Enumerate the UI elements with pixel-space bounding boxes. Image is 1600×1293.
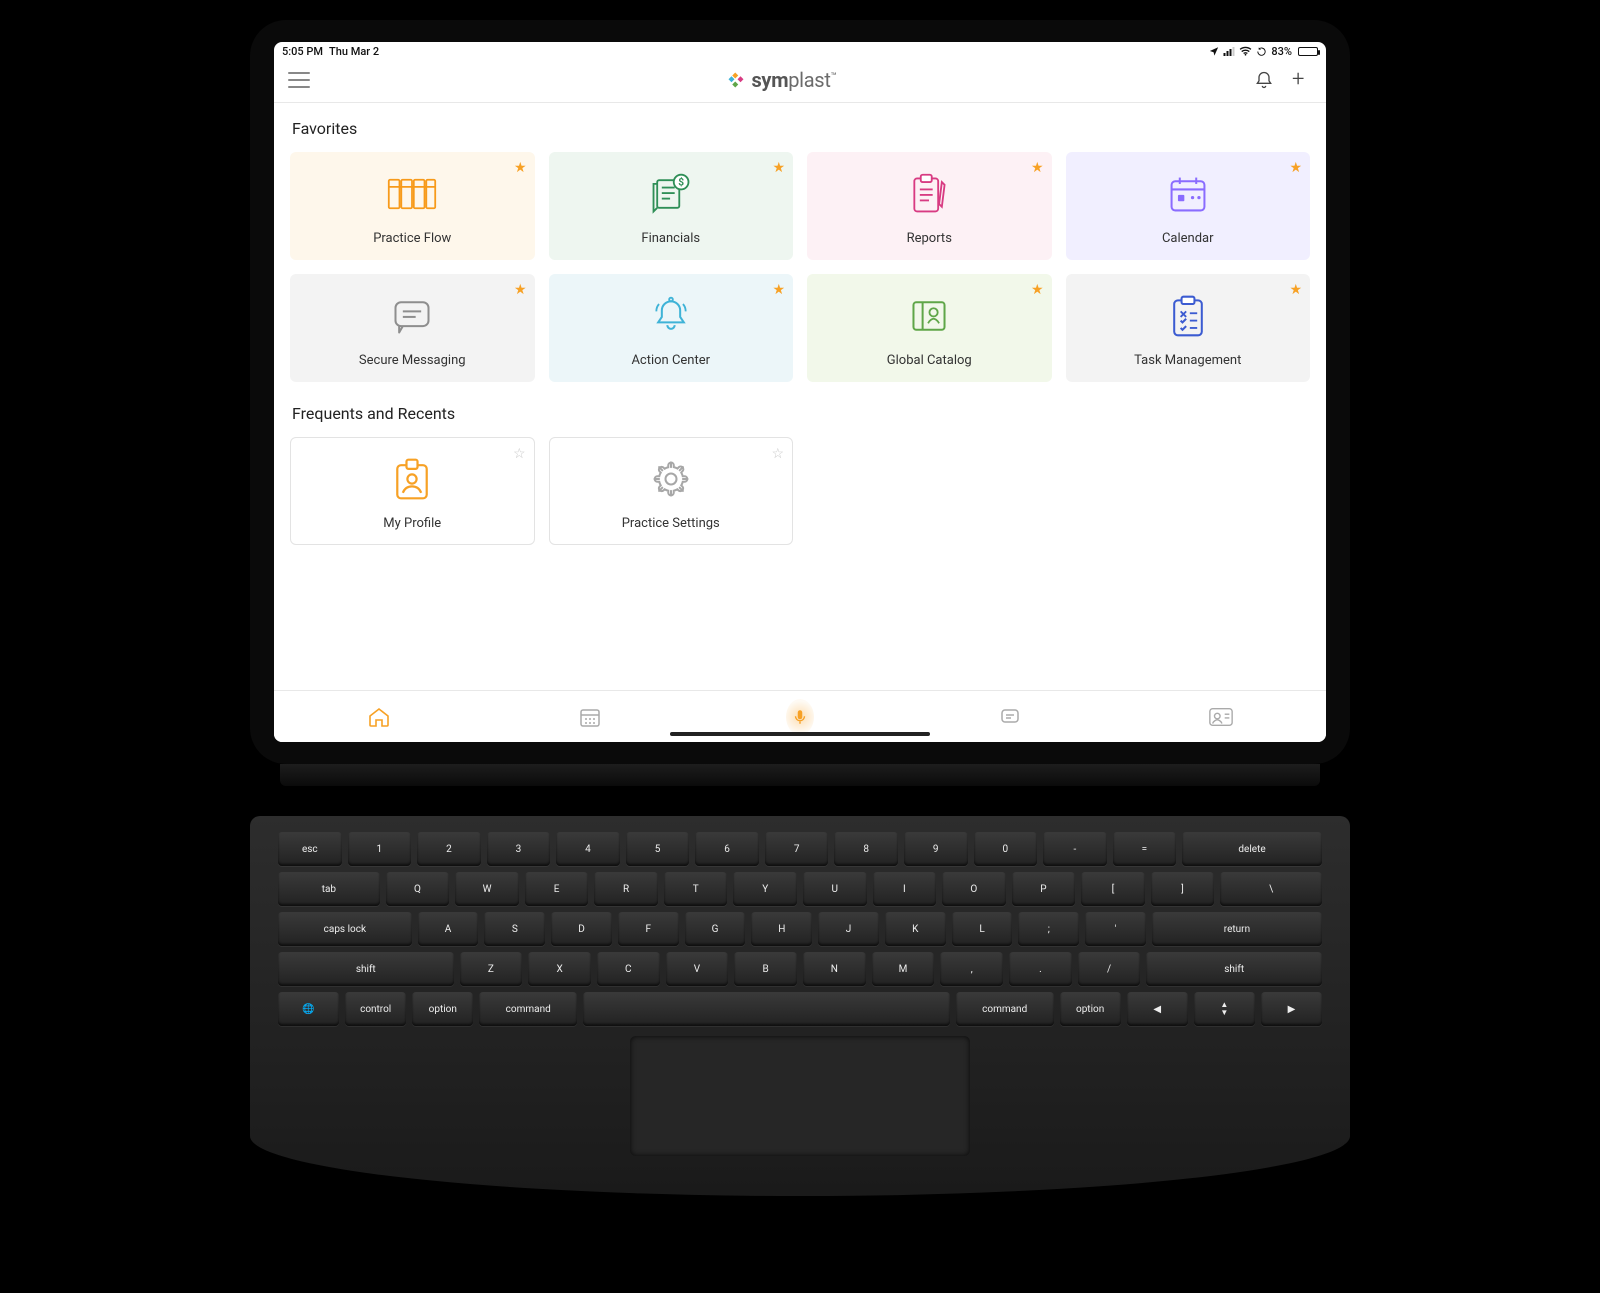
tile-label: Practice Flow	[373, 231, 451, 246]
star-empty-icon[interactable]: ☆	[513, 446, 526, 462]
brand-mark-icon	[727, 71, 745, 89]
tile-label: Action Center	[631, 353, 710, 368]
svg-text:$: $	[678, 175, 684, 188]
tile-label: Practice Settings	[622, 516, 720, 531]
tile-label: Secure Messaging	[359, 353, 466, 368]
tile-reports[interactable]: ★ Reports	[807, 152, 1052, 260]
brand-name-bold: sym	[751, 68, 788, 92]
tile-practice-settings[interactable]: ☆ Practice Settings	[549, 437, 794, 545]
status-bar: 5:05 PM Thu Mar 2 83%	[274, 42, 1326, 60]
status-date: Thu Mar 2	[329, 45, 379, 58]
add-button[interactable]: +	[1292, 70, 1312, 90]
tab-mic[interactable]	[786, 703, 814, 731]
tile-label: Global Catalog	[887, 353, 972, 368]
tile-secure-msg[interactable]: ★ Secure Messaging	[290, 274, 535, 382]
invoice-icon: $	[648, 171, 694, 217]
status-time: 5:05 PM	[282, 45, 323, 58]
tile-practice-flow[interactable]: ★ Practice Flow	[290, 152, 535, 260]
star-filled-icon[interactable]: ★	[1031, 160, 1044, 176]
calendar-icon	[1167, 171, 1209, 217]
tile-label: Reports	[907, 231, 952, 246]
tile-action-center[interactable]: ★ Action Center	[549, 274, 794, 382]
star-filled-icon[interactable]: ★	[1289, 160, 1302, 176]
star-filled-icon[interactable]: ★	[772, 160, 785, 176]
app-screen: 5:05 PM Thu Mar 2 83%	[274, 42, 1326, 742]
tile-calendar[interactable]: ★ Calendar	[1066, 152, 1311, 260]
tablet-frame: 5:05 PM Thu Mar 2 83%	[250, 20, 1350, 764]
app-header: symplast™ +	[274, 60, 1326, 103]
signal-icon	[1223, 46, 1235, 56]
star-filled-icon[interactable]: ★	[1289, 282, 1302, 298]
keyboard-hinge	[280, 764, 1320, 786]
checklist-icon	[1169, 293, 1207, 339]
battery-icon	[1298, 47, 1318, 56]
tile-label: My Profile	[383, 516, 441, 531]
book-icon	[908, 293, 950, 339]
gear-icon	[649, 456, 693, 502]
tile-my-profile[interactable]: ☆ My Profile	[290, 437, 535, 545]
tab-calendar[interactable]	[576, 703, 604, 731]
star-filled-icon[interactable]: ★	[514, 282, 527, 298]
bell-icon	[649, 293, 693, 339]
recents-grid: ☆ My Profile ☆ Practice Settings	[290, 437, 1310, 545]
brand-logo: symplast™	[727, 68, 836, 92]
location-icon	[1209, 46, 1219, 56]
tab-messages[interactable]	[996, 703, 1024, 731]
star-filled-icon[interactable]: ★	[514, 160, 527, 176]
tile-task-mgmt[interactable]: ★ Task Management	[1066, 274, 1311, 382]
tile-label: Financials	[641, 231, 700, 246]
home-indicator[interactable]	[670, 732, 930, 736]
main-content: Favorites ★ Practice Flow ★ $ Financials ★ Rep…	[274, 103, 1326, 690]
tile-financials[interactable]: ★ $ Financials	[549, 152, 794, 260]
chat-icon	[390, 293, 434, 339]
star-filled-icon[interactable]: ★	[1031, 282, 1044, 298]
star-empty-icon[interactable]: ☆	[771, 446, 784, 462]
orientation-lock-icon	[1256, 46, 1267, 57]
keyboard: esc1234567890-=delete tabQWERTYUIOP[]\ c…	[250, 816, 1350, 1196]
wifi-icon	[1239, 46, 1252, 56]
favorites-grid: ★ Practice Flow ★ $ Financials ★ Reports ★ Calen…	[290, 152, 1310, 382]
favorites-title: Favorites	[292, 119, 1310, 138]
recents-title: Frequents and Recents	[292, 404, 1310, 423]
tile-label: Task Management	[1134, 353, 1241, 368]
columns-icon	[387, 171, 437, 217]
menu-button[interactable]	[288, 72, 310, 88]
star-filled-icon[interactable]: ★	[772, 282, 785, 298]
tab-contacts[interactable]	[1207, 703, 1235, 731]
badge-icon	[391, 456, 433, 502]
trackpad[interactable]	[630, 1036, 970, 1156]
brand-name-light: plast	[788, 68, 830, 92]
tile-global-catalog[interactable]: ★ Global Catalog	[807, 274, 1052, 382]
clipboard-icon	[907, 171, 951, 217]
battery-pct: 83%	[1271, 45, 1292, 58]
tile-label: Calendar	[1162, 231, 1214, 246]
tab-home[interactable]	[365, 703, 393, 731]
notifications-button[interactable]	[1254, 70, 1274, 90]
